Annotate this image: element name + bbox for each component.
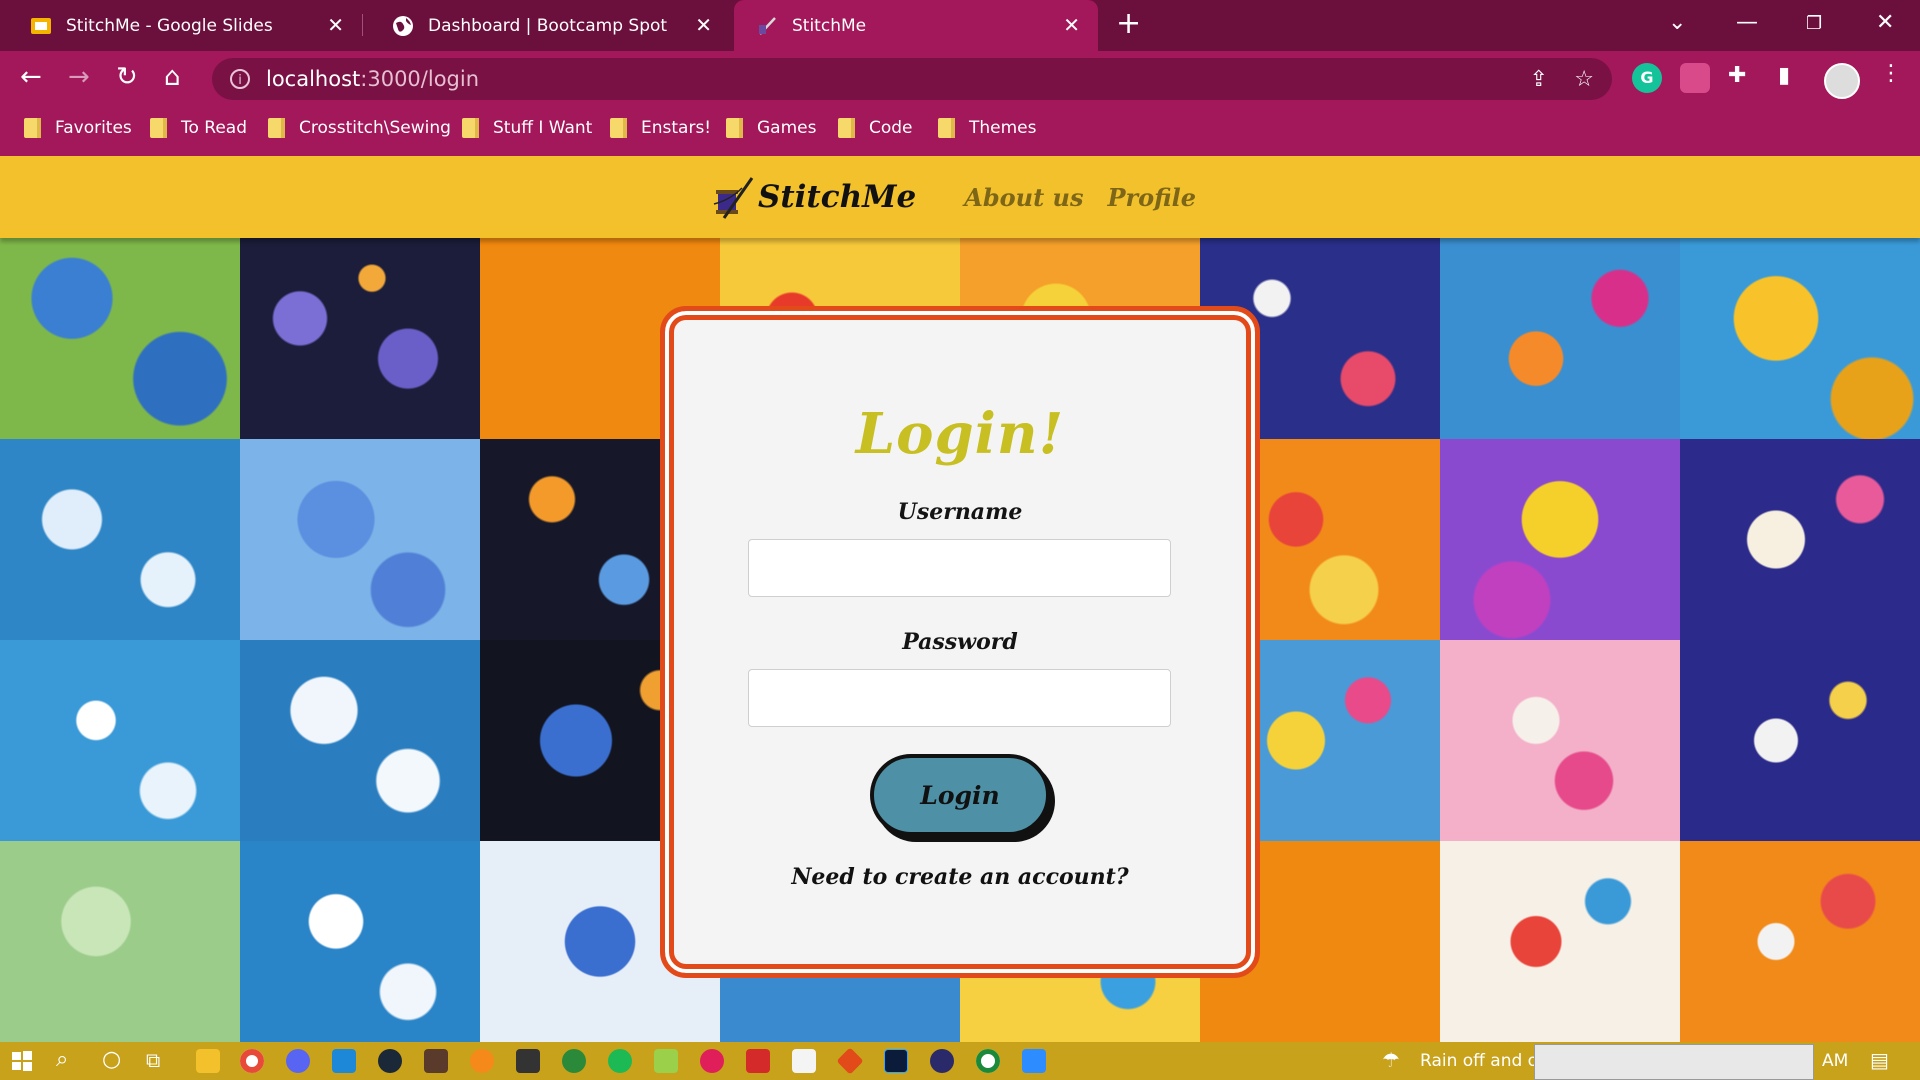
- browser-tab-strip: StitchMe - Google Slides ✕ Dashboard | B…: [0, 0, 1920, 51]
- chrome-icon[interactable]: [240, 1049, 264, 1073]
- task-view-icon[interactable]: ⧉: [146, 1048, 160, 1072]
- folder-icon: [268, 118, 285, 138]
- bookmarks-bar: Favorites To Read Crosstitch\Sewing Stuf…: [0, 106, 1920, 156]
- close-tab-icon[interactable]: ✕: [695, 13, 712, 37]
- bookmark-enstars[interactable]: Enstars!: [610, 118, 711, 138]
- password-label: Password: [902, 629, 1018, 655]
- search-icon[interactable]: ⌕: [56, 1047, 68, 1072]
- tab-stitchme[interactable]: StitchMe ✕: [734, 0, 1098, 51]
- utorrent-icon[interactable]: [562, 1049, 586, 1073]
- 7zip-icon[interactable]: [516, 1049, 540, 1073]
- bookmark-games[interactable]: Games: [726, 118, 816, 138]
- git-icon[interactable]: [836, 1047, 864, 1075]
- home-icon[interactable]: ⌂: [164, 64, 181, 90]
- side-panel-icon[interactable]: ▮: [1778, 63, 1790, 88]
- close-tab-icon[interactable]: ✕: [1063, 13, 1080, 37]
- vscode-icon[interactable]: [332, 1049, 356, 1073]
- os-taskbar: ⌕ ○ ⧉ ☂ Rain off and o AM ▤: [0, 1042, 1920, 1080]
- zoom-icon[interactable]: [1022, 1049, 1046, 1073]
- tab-search-chevron-icon[interactable]: ⌄: [1668, 10, 1686, 35]
- profile-avatar[interactable]: [1824, 63, 1860, 99]
- bookmark-stuff-i-want[interactable]: Stuff I Want: [462, 118, 592, 138]
- site-header: StitchMe About us Profile: [0, 156, 1920, 238]
- reload-icon[interactable]: ↻: [116, 64, 138, 90]
- close-tab-icon[interactable]: ✕: [327, 13, 344, 37]
- login-card: Login! Username Password Login Need to c…: [660, 306, 1260, 978]
- folder-icon: [938, 118, 955, 138]
- extension-icon[interactable]: [1680, 63, 1710, 93]
- address-bar[interactable]: i localhost:3000/login ⇪ ☆: [212, 58, 1612, 100]
- folder-icon: [462, 118, 479, 138]
- login-button[interactable]: Login: [870, 754, 1050, 836]
- login-title: Login!: [855, 401, 1065, 467]
- url-path: :3000/login: [360, 67, 480, 91]
- puzzle-extensions-icon[interactable]: ✚: [1728, 63, 1746, 88]
- tab-google-slides[interactable]: StitchMe - Google Slides ✕: [8, 0, 363, 51]
- minimize-icon[interactable]: —: [1736, 10, 1758, 35]
- page-viewport: StitchMe About us Profile Login! Usernam…: [0, 156, 1920, 1042]
- app-icon[interactable]: [654, 1049, 678, 1073]
- restore-icon[interactable]: ❐: [1806, 13, 1822, 34]
- windows-start-icon[interactable]: [10, 1049, 34, 1073]
- bookmark-to-read[interactable]: To Read: [150, 118, 247, 138]
- share-icon[interactable]: ⇪: [1530, 67, 1548, 92]
- tab-title: Dashboard | Bootcamp Spot: [428, 15, 668, 36]
- folder-icon: [24, 118, 41, 138]
- bookmark-code[interactable]: Code: [838, 118, 913, 138]
- photoshop-icon[interactable]: [884, 1049, 908, 1073]
- folder-icon: [610, 118, 627, 138]
- nav-about-us[interactable]: About us: [964, 183, 1083, 212]
- weather-text[interactable]: Rain off and o: [1420, 1051, 1538, 1071]
- slides-icon: [31, 17, 51, 34]
- tab-title: StitchMe: [792, 15, 867, 36]
- window-preview-thumbnail[interactable]: [1534, 1044, 1814, 1080]
- back-arrow-icon[interactable]: ←: [20, 64, 42, 90]
- browser-toolbar: ← → ↻ ⌂ i localhost:3000/login ⇪ ☆ G ✚ ▮…: [0, 51, 1920, 106]
- password-input[interactable]: [748, 669, 1171, 727]
- acrobat-icon[interactable]: [746, 1049, 770, 1073]
- steam-icon[interactable]: [378, 1049, 402, 1073]
- app-icon[interactable]: [792, 1049, 816, 1073]
- game-launcher-icon[interactable]: [424, 1049, 448, 1073]
- bookmark-crosstitch-sewing[interactable]: Crosstitch\Sewing: [268, 118, 451, 138]
- tab-title: StitchMe - Google Slides: [66, 15, 273, 36]
- discord-icon[interactable]: [286, 1049, 310, 1073]
- spool-needle-icon: [713, 177, 754, 219]
- tab-bootcamp-spot[interactable]: Dashboard | Bootcamp Spot ✕: [370, 0, 730, 51]
- notification-icon[interactable]: ▤: [1870, 1048, 1889, 1072]
- clock-text: AM: [1822, 1051, 1849, 1071]
- folder-icon: [150, 118, 167, 138]
- create-account-link[interactable]: Need to create an account?: [665, 864, 1255, 890]
- close-window-icon[interactable]: ✕: [1876, 10, 1894, 35]
- folder-icon: [838, 118, 855, 138]
- weather-umbrella-icon: ☂: [1382, 1048, 1400, 1072]
- slack-icon[interactable]: [700, 1049, 724, 1073]
- globe-icon: [393, 15, 413, 36]
- forward-arrow-icon[interactable]: →: [68, 64, 90, 90]
- firefox-icon[interactable]: [930, 1049, 954, 1073]
- new-tab-button[interactable]: +: [1116, 9, 1141, 39]
- folder-icon: [726, 118, 743, 138]
- nav-profile[interactable]: Profile: [1107, 183, 1196, 212]
- brand-name: StitchMe: [757, 179, 917, 215]
- username-label: Username: [897, 499, 1023, 525]
- bookmark-favorites[interactable]: Favorites: [24, 118, 132, 138]
- menu-kebab-icon[interactable]: ⋮: [1880, 61, 1902, 86]
- needle-icon: [759, 16, 776, 35]
- blender-icon[interactable]: [470, 1049, 494, 1073]
- site-info-icon[interactable]: i: [230, 69, 250, 89]
- url-host: localhost: [266, 67, 361, 91]
- bookmark-themes[interactable]: Themes: [938, 118, 1037, 138]
- grammarly-icon[interactable]: G: [1632, 63, 1662, 93]
- bookmark-star-icon[interactable]: ☆: [1574, 67, 1594, 92]
- spotify-icon[interactable]: [608, 1049, 632, 1073]
- brand-logo[interactable]: StitchMe: [712, 174, 916, 220]
- username-input[interactable]: [748, 539, 1171, 597]
- app-icon[interactable]: [976, 1049, 1000, 1073]
- cortana-icon[interactable]: ○: [102, 1047, 121, 1072]
- file-explorer-icon[interactable]: [196, 1049, 220, 1073]
